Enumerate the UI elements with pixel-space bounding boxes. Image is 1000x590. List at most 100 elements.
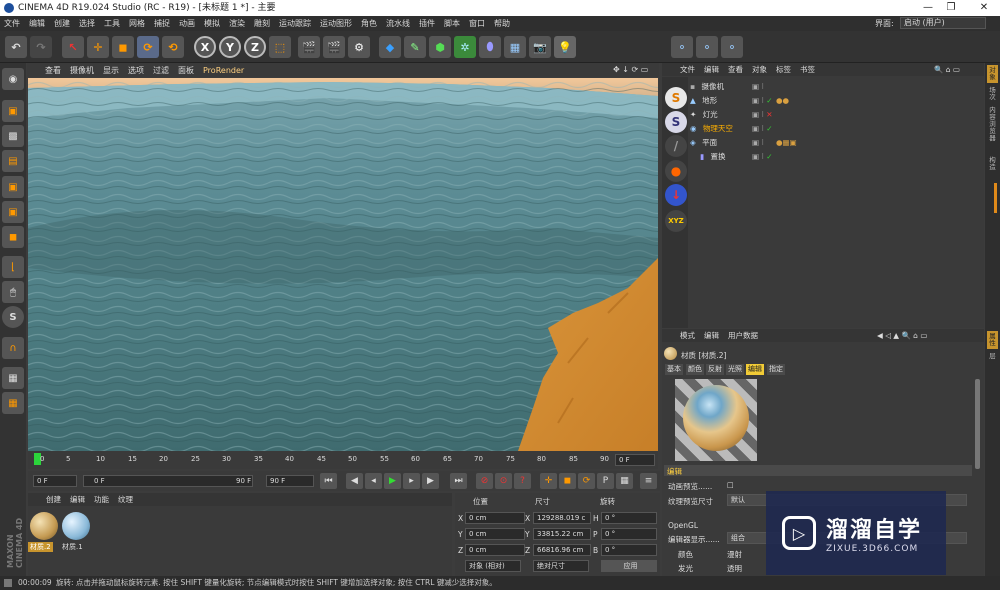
pen-spline-icon[interactable]: ✎: [404, 36, 426, 58]
3d-viewport[interactable]: [28, 78, 658, 451]
menu-help[interactable]: 帮助: [494, 18, 510, 29]
displace-visibility-icon[interactable]: ▣ ⁝ ✓: [752, 150, 773, 163]
tab-luminance[interactable]: 光照: [726, 364, 744, 375]
light-visibility-icon[interactable]: ▣ ⁝ ✕: [752, 108, 773, 121]
tab-editor[interactable]: 编辑: [746, 364, 764, 375]
tab-color[interactable]: 颜色: [686, 364, 704, 375]
recent-tool-icon[interactable]: ⟲: [162, 36, 184, 58]
workplane-mode-icon[interactable]: ▤: [2, 150, 24, 172]
menu-edit[interactable]: 编辑: [29, 18, 45, 29]
redo-button[interactable]: ↷: [30, 36, 52, 58]
axis-mode-icon[interactable]: ⌊: [2, 256, 24, 278]
model-mode-icon[interactable]: ▣: [2, 100, 24, 122]
tweak-mode-icon[interactable]: 🖱: [2, 281, 24, 303]
go-to-start-icon[interactable]: ⏮: [320, 473, 337, 489]
object-name-physical-sky[interactable]: 物理天空: [703, 124, 733, 133]
cube-primitive-icon[interactable]: ◆: [379, 36, 401, 58]
timeline-end-field[interactable]: 0 F: [615, 454, 655, 466]
snap-s-icon-1[interactable]: S: [665, 87, 687, 109]
strip-tab-structure[interactable]: 构造: [987, 157, 998, 171]
auto-key-icon[interactable]: ⊙: [495, 473, 512, 489]
position-y-field[interactable]: 0 cm: [465, 528, 525, 540]
coord-mode-select[interactable]: 对象 (相对): [465, 560, 521, 572]
object-menu-view[interactable]: 查看: [728, 64, 743, 75]
position-x-field[interactable]: 0 cm: [465, 512, 525, 524]
plane-tags-icon[interactable]: ●▦▣: [776, 136, 797, 149]
key-position-icon[interactable]: ✛: [540, 473, 557, 489]
layout-select[interactable]: 启动 (用户): [900, 17, 986, 29]
object-name-terrain[interactable]: 地形: [702, 96, 717, 105]
object-menu-tags[interactable]: 标签: [776, 64, 791, 75]
timeline-menu-icon[interactable]: ≡: [640, 473, 657, 489]
menu-render[interactable]: 渲染: [229, 18, 245, 29]
menu-sculpt[interactable]: 雕刻: [254, 18, 270, 29]
menu-mograph[interactable]: 运动图形: [320, 18, 352, 29]
menu-motion-tracking[interactable]: 运动跟踪: [279, 18, 311, 29]
camera-icon[interactable]: 📷: [529, 36, 551, 58]
workplane-icon[interactable]: ⚬: [721, 36, 743, 58]
position-z-field[interactable]: 0 cm: [465, 544, 525, 556]
sky-visibility-icon[interactable]: ▣ ⁝ ✓: [752, 122, 773, 135]
timeline-ruler[interactable]: 0 5 10 15 20 25 30 35 40 45 50 55 60 65 …: [28, 451, 658, 469]
dynamics-icon[interactable]: ●: [665, 160, 687, 182]
prev-key-icon[interactable]: ◀: [346, 473, 363, 489]
texture-mode-icon[interactable]: ▩: [2, 125, 24, 147]
menu-animate[interactable]: 动画: [179, 18, 195, 29]
z-axis-icon[interactable]: Z: [244, 36, 266, 58]
brush-icon[interactable]: /: [665, 135, 687, 157]
object-name-plane[interactable]: 平面: [702, 138, 717, 147]
x-axis-icon[interactable]: X: [194, 36, 216, 58]
size-y-field[interactable]: 33815.22 cm: [533, 528, 591, 540]
menu-simulate[interactable]: 模拟: [204, 18, 220, 29]
material-menu-edit[interactable]: 编辑: [70, 494, 85, 505]
attribute-menu-userdata[interactable]: 用户数据: [728, 330, 758, 341]
edges-mode-icon[interactable]: ▣: [2, 201, 24, 223]
key-rotation-icon[interactable]: ⟳: [578, 473, 595, 489]
light-icon[interactable]: 💡: [554, 36, 576, 58]
strip-tab-content-browser[interactable]: 内容浏览器: [987, 107, 998, 142]
play-icon[interactable]: ▶: [384, 473, 401, 489]
gravity-icon[interactable]: ↓: [665, 184, 687, 206]
rotate-tool-icon[interactable]: ⟳: [137, 36, 159, 58]
snap-icon[interactable]: S: [2, 306, 24, 328]
material-thumb-water[interactable]: [62, 512, 90, 540]
rotation-b-field[interactable]: 0 °: [601, 544, 657, 556]
menu-plugins[interactable]: 插件: [419, 18, 435, 29]
select-tool-icon[interactable]: ↖: [62, 36, 84, 58]
points-mode-icon[interactable]: ▣: [2, 176, 24, 198]
plane-visibility-icon[interactable]: ▣ ⁝: [752, 136, 764, 149]
next-frame-icon[interactable]: ▸: [403, 473, 420, 489]
camera-visibility-icon[interactable]: ▣ ⁝: [752, 80, 764, 93]
viewport-menu-display[interactable]: 显示: [103, 65, 119, 76]
material-label-1[interactable]: 材质.1: [62, 542, 83, 552]
attribute-menu-edit[interactable]: 编辑: [704, 330, 719, 341]
object-menu-file[interactable]: 文件: [680, 64, 695, 75]
menu-script[interactable]: 脚本: [444, 18, 460, 29]
attribute-menu-mode[interactable]: 模式: [680, 330, 695, 341]
make-editable-icon[interactable]: ◉: [2, 68, 24, 90]
deformer-icon[interactable]: ⬮: [479, 36, 501, 58]
key-scale-icon[interactable]: ◼: [559, 473, 576, 489]
material-menu-create[interactable]: 创建: [46, 494, 61, 505]
object-row-terrain[interactable]: ▲ 地形 ▣ ⁝ ✓ ●●: [690, 94, 980, 107]
menu-window[interactable]: 窗口: [469, 18, 485, 29]
current-frame-slider[interactable]: 0 F: [83, 475, 253, 487]
object-name-light[interactable]: 灯光: [703, 110, 718, 119]
strip-tab-attributes[interactable]: 属性: [987, 331, 998, 349]
lock-workplane-icon[interactable]: ▦: [2, 367, 24, 389]
menu-create[interactable]: 创建: [54, 18, 70, 29]
go-to-end-icon[interactable]: ⏭: [450, 473, 467, 489]
snap-settings-icon[interactable]: ⚬: [671, 36, 693, 58]
record-keys-icon[interactable]: ⊘: [476, 473, 493, 489]
viewport-menu-panel[interactable]: 面板: [178, 65, 194, 76]
object-menu-objects[interactable]: 对象: [752, 64, 767, 75]
object-row-displace[interactable]: ▮ 置换 ▣ ⁝ ✓: [690, 150, 980, 163]
undo-button[interactable]: ↶: [5, 36, 27, 58]
start-frame-field[interactable]: 0 F: [33, 475, 77, 487]
key-pla-icon[interactable]: ▦: [616, 473, 633, 489]
end-frame-field[interactable]: 90 F: [266, 475, 314, 487]
menu-tools[interactable]: 工具: [104, 18, 120, 29]
move-tool-icon[interactable]: ✛: [87, 36, 109, 58]
object-menu-bookmarks[interactable]: 书签: [800, 64, 815, 75]
menu-select[interactable]: 选择: [79, 18, 95, 29]
